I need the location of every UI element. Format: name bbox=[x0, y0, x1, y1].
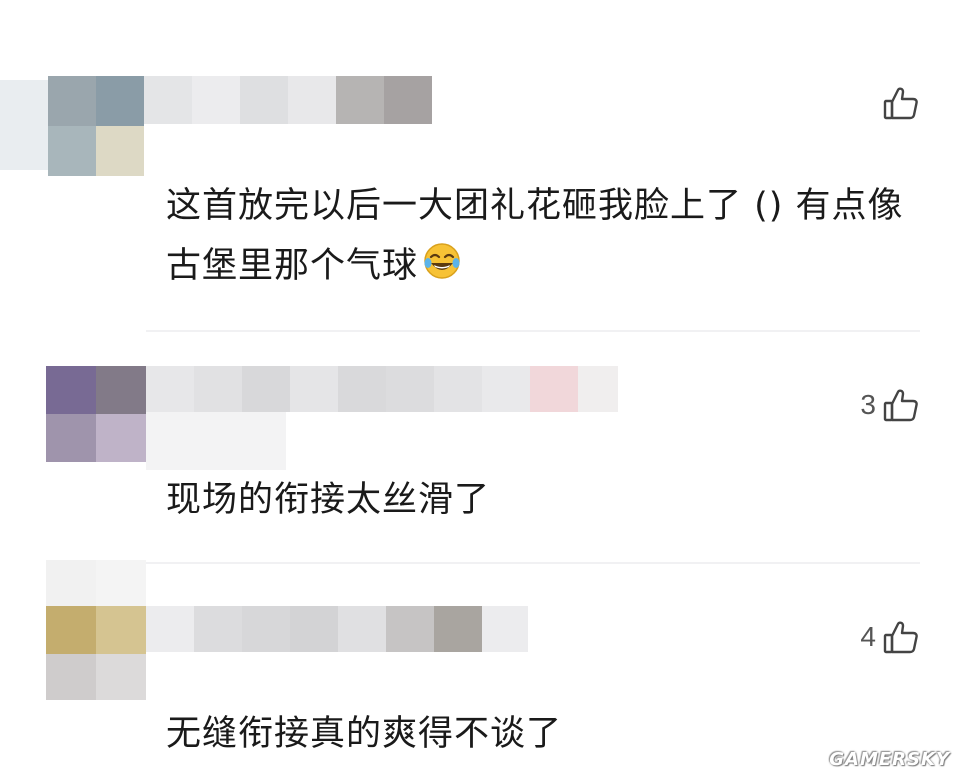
blurred-user-info-3 bbox=[46, 560, 536, 710]
like-button-3[interactable]: 4 bbox=[854, 618, 920, 656]
tears-of-joy-emoji-icon bbox=[424, 243, 460, 279]
like-count: 4 bbox=[860, 621, 876, 652]
divider bbox=[146, 330, 920, 332]
thumbs-up-outline-icon bbox=[883, 389, 918, 422]
comment-text: 这首放完以后一大团礼花砸我脸上了 () 有点像古堡里那个气球 bbox=[166, 186, 904, 286]
blurred-user-info-1 bbox=[0, 50, 440, 180]
like-count: 3 bbox=[860, 389, 876, 420]
blurred-user-info-2 bbox=[46, 366, 626, 476]
thumbs-up-outline-icon bbox=[883, 87, 918, 120]
comment-text: 现场的衔接太丝滑了 bbox=[166, 480, 491, 520]
comment-text: 无缝衔接真的爽得不谈了 bbox=[166, 714, 563, 754]
like-button-2[interactable]: 3 bbox=[854, 386, 920, 424]
thumbs-up-outline-icon bbox=[883, 621, 918, 654]
like-button-1[interactable] bbox=[854, 84, 920, 122]
watermark: GAMERSKY bbox=[829, 749, 950, 770]
